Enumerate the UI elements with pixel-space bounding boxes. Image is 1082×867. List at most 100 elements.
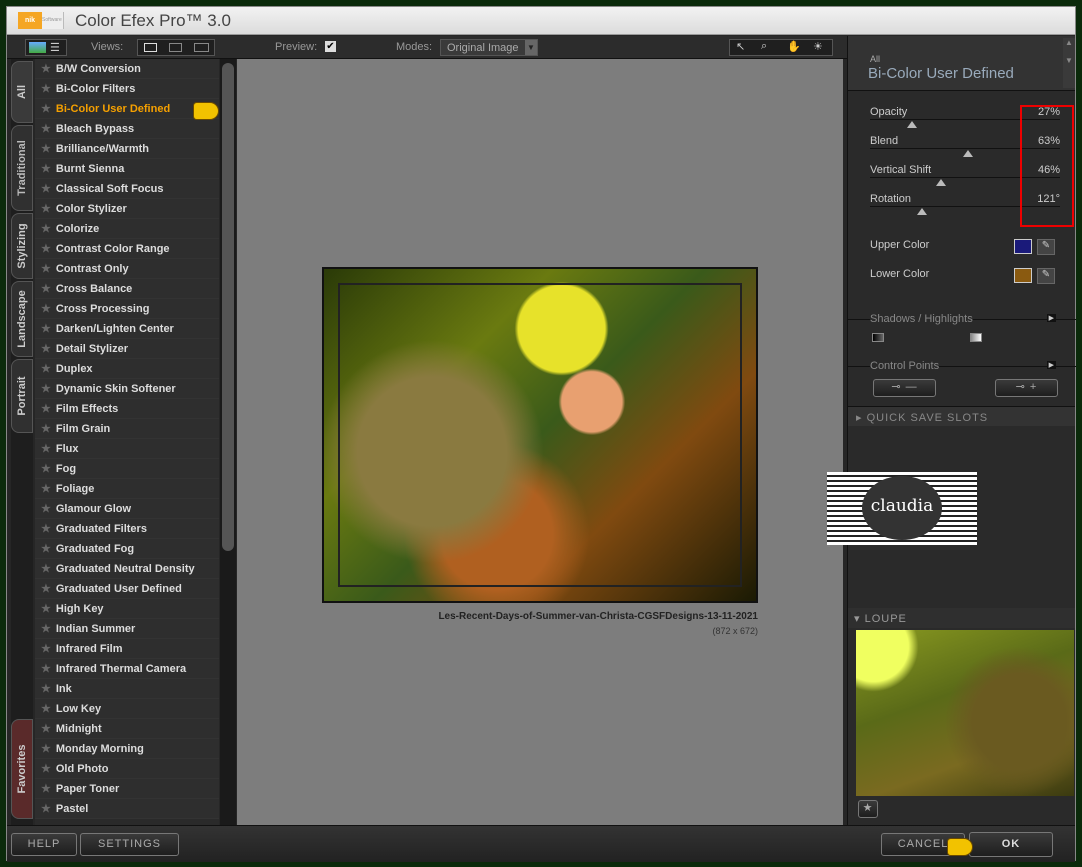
expand-arrow-icon[interactable]: ▶ xyxy=(1046,361,1056,369)
favorite-star-icon[interactable]: ★ xyxy=(41,243,51,255)
favorite-star-icon[interactable]: ★ xyxy=(41,263,51,275)
tab-traditional[interactable]: Traditional xyxy=(11,125,33,211)
favorite-star-icon[interactable]: ★ xyxy=(41,83,51,95)
filter-item[interactable]: ★ Graduated Fog xyxy=(35,539,219,559)
favorite-star-icon[interactable]: ★ xyxy=(41,443,51,455)
filter-item[interactable]: ★ Bleach Bypass xyxy=(35,119,219,139)
filter-item[interactable]: ★ Bi-Color Filters xyxy=(35,79,219,99)
ok-button[interactable]: OK xyxy=(969,832,1053,857)
favorite-star-icon[interactable]: ★ xyxy=(41,383,51,395)
filter-item[interactable]: ★ Midnight xyxy=(35,719,219,739)
hand-tool-icon[interactable]: ✋ xyxy=(787,40,801,53)
zoom-tool-icon[interactable]: ⌕ xyxy=(761,40,767,53)
chevron-down-icon[interactable]: ▼ xyxy=(525,40,537,55)
favorite-star-icon[interactable]: ★ xyxy=(41,223,51,235)
favorite-star-icon[interactable]: ★ xyxy=(41,323,51,335)
favorite-star-icon[interactable]: ★ xyxy=(41,663,51,675)
favorite-star-icon[interactable]: ★ xyxy=(41,583,51,595)
filter-item[interactable]: ★ Monday Morning xyxy=(35,739,219,759)
filter-item[interactable]: ★ Bi-Color User Defined xyxy=(35,99,219,119)
slider-handle[interactable] xyxy=(917,208,928,215)
list-view-icon[interactable]: ☰ xyxy=(50,41,60,54)
filter-item[interactable]: ★ Low Key xyxy=(35,699,219,719)
favorite-star-icon[interactable]: ★ xyxy=(41,63,51,75)
favorite-star-icon[interactable]: ★ xyxy=(41,763,51,775)
loupe-header[interactable]: ▾ LOUPE xyxy=(848,608,1075,628)
favorite-star-icon[interactable]: ★ xyxy=(41,623,51,635)
favorite-star-icon[interactable]: ★ xyxy=(41,163,51,175)
favorite-star-icon[interactable]: ★ xyxy=(41,123,51,135)
favorite-star-icon[interactable]: ★ xyxy=(41,563,51,575)
filter-item[interactable]: ★ Film Grain xyxy=(35,419,219,439)
help-button[interactable]: HELP xyxy=(11,833,77,856)
side-by-side-view-icon[interactable] xyxy=(194,43,209,52)
filter-item[interactable]: ★ Indian Summer xyxy=(35,619,219,639)
lower-color-swatch[interactable] xyxy=(1014,268,1032,283)
favorite-star-icon[interactable]: ★ xyxy=(41,143,51,155)
favorite-star-icon[interactable]: ★ xyxy=(41,543,51,555)
favorite-star-icon[interactable]: ★ xyxy=(41,743,51,755)
single-view-icon[interactable] xyxy=(144,43,157,52)
favorite-star-icon[interactable]: ★ xyxy=(41,103,51,115)
filter-item[interactable]: ★ Burnt Sienna xyxy=(35,159,219,179)
browser-view-toggle[interactable]: ☰ xyxy=(25,39,67,56)
filter-item[interactable]: ★ High Key xyxy=(35,599,219,619)
tab-favorites[interactable]: Favorites xyxy=(11,719,33,819)
filter-item[interactable]: ★ Graduated Neutral Density xyxy=(35,559,219,579)
favorite-star-icon[interactable]: ★ xyxy=(41,723,51,735)
favorite-star-icon[interactable]: ★ xyxy=(41,803,51,815)
filter-item[interactable]: ★ Infrared Film xyxy=(35,639,219,659)
tab-all[interactable]: All xyxy=(11,61,33,123)
filter-item[interactable]: ★ Pastel xyxy=(35,799,219,819)
filter-item[interactable]: ★ Flux xyxy=(35,439,219,459)
favorite-star-icon[interactable]: ★ xyxy=(41,423,51,435)
eyedropper-icon[interactable]: ✎ xyxy=(1037,268,1055,284)
filter-item[interactable]: ★ Fog xyxy=(35,459,219,479)
settings-button[interactable]: SETTINGS xyxy=(80,833,179,856)
tab-stylizing[interactable]: Stylizing xyxy=(11,213,33,279)
favorite-star-icon[interactable]: ★ xyxy=(41,783,51,795)
upper-color-swatch[interactable] xyxy=(1014,239,1032,254)
filter-item[interactable]: ★ Foliage xyxy=(35,479,219,499)
favorite-star-icon[interactable]: ★ xyxy=(41,203,51,215)
tab-landscape[interactable]: Landscape xyxy=(11,281,33,357)
filter-item[interactable]: ★ Duplex xyxy=(35,359,219,379)
filter-item[interactable]: ★ Detail Stylizer xyxy=(35,339,219,359)
filter-list-scrollbar[interactable] xyxy=(220,59,236,829)
favorite-star-icon[interactable]: ★ xyxy=(41,703,51,715)
slider-handle[interactable] xyxy=(962,150,973,157)
filter-item[interactable]: ★ Dynamic Skin Softener xyxy=(35,379,219,399)
expand-arrow-icon[interactable]: ▶ xyxy=(1046,314,1056,322)
pin-loupe-button[interactable]: ★ xyxy=(858,800,878,818)
filter-item[interactable]: ★ Cross Processing xyxy=(35,299,219,319)
modes-dropdown[interactable]: Original Image ▼ xyxy=(440,39,538,56)
filter-item[interactable]: ★ Old Photo xyxy=(35,759,219,779)
filter-item[interactable]: ★ Graduated User Defined xyxy=(35,579,219,599)
favorite-star-icon[interactable]: ★ xyxy=(41,183,51,195)
filter-item[interactable]: ★ Classical Soft Focus xyxy=(35,179,219,199)
favorite-star-icon[interactable]: ★ xyxy=(41,463,51,475)
filter-item[interactable]: ★ Contrast Color Range xyxy=(35,239,219,259)
favorite-star-icon[interactable]: ★ xyxy=(41,523,51,535)
tab-portrait[interactable]: Portrait xyxy=(11,359,33,433)
filter-item[interactable]: ★ Brilliance/Warmth xyxy=(35,139,219,159)
filter-item[interactable]: ★ Color Stylizer xyxy=(35,199,219,219)
highlights-slider[interactable] xyxy=(970,333,982,342)
favorite-star-icon[interactable]: ★ xyxy=(41,683,51,695)
eyedropper-icon[interactable]: ✎ xyxy=(1037,239,1055,255)
slider-handle[interactable] xyxy=(906,121,917,128)
light-tool-icon[interactable]: ☀ xyxy=(813,40,823,53)
filter-item[interactable]: ★ B/W Conversion xyxy=(35,59,219,79)
filter-item[interactable]: ★ Colorize xyxy=(35,219,219,239)
favorite-star-icon[interactable]: ★ xyxy=(41,643,51,655)
favorite-star-icon[interactable]: ★ xyxy=(41,283,51,295)
filter-item[interactable]: ★ Graduated Filters xyxy=(35,519,219,539)
filter-item[interactable]: ★ Contrast Only xyxy=(35,259,219,279)
favorite-star-icon[interactable]: ★ xyxy=(41,363,51,375)
filter-nav-arrows[interactable]: ▲ ▼ xyxy=(1063,38,1075,88)
pointer-tool-icon[interactable]: ↖ xyxy=(736,40,745,53)
favorite-star-icon[interactable]: ★ xyxy=(41,603,51,615)
quick-save-slots-header[interactable]: ▸ QUICK SAVE SLOTS xyxy=(848,406,1075,426)
split-view-icon[interactable] xyxy=(169,43,182,52)
scrollbar-thumb[interactable] xyxy=(222,63,234,551)
